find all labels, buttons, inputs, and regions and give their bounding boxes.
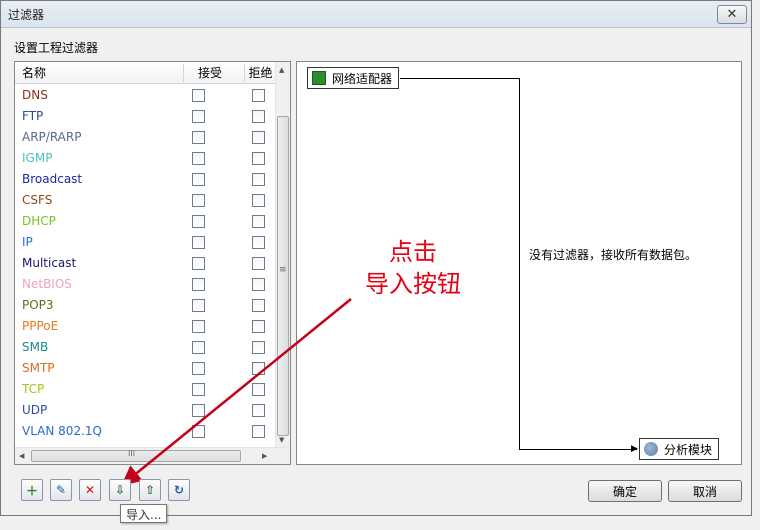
edit-filter-button[interactable]: ✎ bbox=[50, 479, 72, 501]
new-filter-button[interactable]: ＋ bbox=[21, 479, 43, 501]
delete-icon: ✕ bbox=[84, 483, 96, 497]
export-filter-button[interactable]: ⇧ bbox=[139, 479, 161, 501]
delete-filter-button[interactable]: ✕ bbox=[79, 479, 101, 501]
edit-icon: ✎ bbox=[55, 483, 67, 497]
import-icon: ⇩ bbox=[114, 483, 126, 497]
annotation-arrow bbox=[121, 298, 352, 486]
export-icon: ⇧ bbox=[144, 483, 156, 497]
import-tooltip: 导入... bbox=[120, 504, 168, 523]
refresh-icon: ↻ bbox=[173, 483, 185, 497]
ok-button[interactable]: 确定 bbox=[588, 480, 662, 502]
refresh-button[interactable]: ↻ bbox=[168, 479, 190, 501]
filter-dialog: 过滤器 ✕ 设置工程过滤器 名称 接受 拒绝 DNS FTP ARP/RARP IGM… bbox=[0, 0, 752, 523]
import-filter-button[interactable]: ⇩ bbox=[109, 479, 131, 501]
new-document-icon: ＋ bbox=[25, 483, 38, 498]
cancel-button[interactable]: 取消 bbox=[668, 480, 742, 502]
